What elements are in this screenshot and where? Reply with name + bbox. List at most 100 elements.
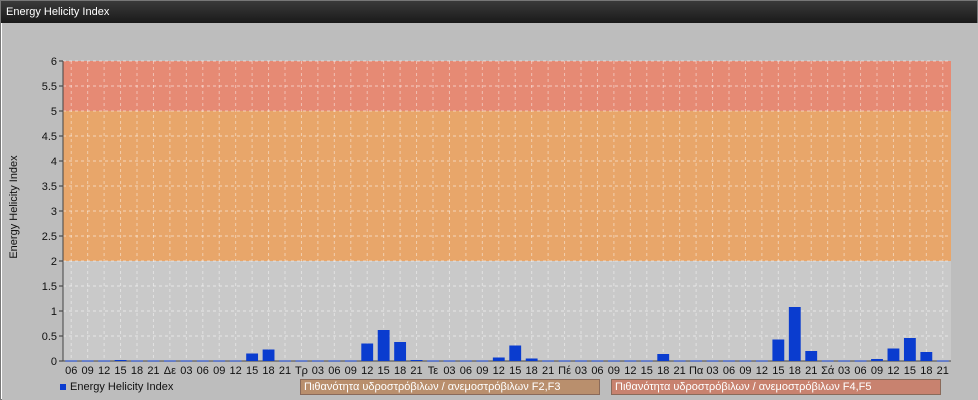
bar	[427, 360, 439, 362]
x-tick-label: 03	[838, 365, 850, 377]
y-tick-label: 3	[51, 206, 57, 218]
bar	[213, 360, 226, 362]
bar	[147, 360, 160, 362]
x-tick-label: 03	[575, 365, 587, 377]
bar	[328, 360, 341, 362]
x-tick-label: 03	[180, 365, 192, 377]
bar	[180, 360, 193, 362]
y-tick-label: 2	[51, 256, 57, 268]
bar	[755, 360, 768, 362]
x-tick-label: 12	[756, 365, 768, 377]
y-tick-label: 0.5	[42, 331, 57, 343]
x-tick-label: 06	[723, 365, 735, 377]
bar	[723, 360, 735, 362]
legend-series-label: Energy Helicity Index	[70, 381, 174, 393]
x-tick-label: 09	[345, 365, 357, 377]
bar	[838, 360, 851, 362]
bar	[887, 348, 900, 361]
x-tick-label: 03	[312, 365, 324, 377]
bar	[361, 343, 374, 361]
bar	[690, 360, 703, 362]
bar	[279, 360, 291, 362]
bar	[739, 360, 752, 362]
bar	[607, 360, 620, 362]
bar	[788, 307, 801, 361]
x-tick-label: 06	[328, 365, 340, 377]
x-tick-label: 06	[65, 365, 77, 377]
x-tick-label: 21	[147, 365, 159, 377]
y-tick-label: 4.5	[42, 131, 57, 143]
x-tick-label: 15	[641, 365, 653, 377]
y-tick-label: 1.5	[42, 281, 57, 293]
x-tick-label: 09	[213, 365, 225, 377]
bar	[114, 360, 127, 361]
bar	[542, 360, 555, 362]
x-tick-label: 18	[657, 365, 669, 377]
x-tick-label: 09	[476, 365, 488, 377]
x-tick-label: 15	[904, 365, 916, 377]
bar	[920, 352, 933, 361]
bar	[706, 360, 719, 362]
bar	[394, 342, 407, 361]
bar	[525, 358, 538, 361]
bar	[657, 354, 670, 361]
bar	[772, 339, 785, 361]
x-tick-label: 09	[871, 365, 883, 377]
chart-window: Energy Helicity Index 0 0.5 1 1.5 2 2.5 3 3.5 4 4…	[0, 0, 978, 400]
bar	[377, 330, 390, 361]
bar	[410, 360, 423, 361]
bar	[624, 360, 637, 362]
x-tick-label: 09	[608, 365, 620, 377]
x-tick-label: 12	[361, 365, 373, 377]
x-tick-label: 09	[739, 365, 751, 377]
x-tick-label: 06	[197, 365, 209, 377]
x-tick-label: 21	[805, 365, 817, 377]
x-tick-label: 15	[772, 365, 784, 377]
x-tick-label: 21	[937, 365, 949, 377]
x-tick-label: Τρ	[295, 365, 308, 377]
x-tick-label: 18	[262, 365, 274, 377]
y-axis-label: Energy Helicity Index	[8, 155, 20, 259]
legend-band-f2f3: Πιθανότητα υδροστρόβιλων / ανεμοστρόβιλω…	[300, 379, 600, 395]
bar	[821, 360, 834, 362]
y-tick-label: 2.5	[42, 231, 57, 243]
bar	[262, 349, 275, 361]
bar	[871, 359, 883, 361]
bar	[459, 360, 472, 362]
window-title: Energy Helicity Index	[1, 1, 977, 23]
y-tick-label: 3.5	[42, 181, 57, 193]
bar	[311, 360, 324, 362]
x-tick-label: 12	[887, 365, 899, 377]
x-tick-label: 15	[246, 365, 258, 377]
bar	[640, 360, 653, 362]
y-tick-label: 6	[51, 56, 57, 68]
x-tick-label: 12	[493, 365, 505, 377]
legend-series-swatch	[60, 384, 66, 391]
bar	[246, 353, 259, 361]
bar	[98, 360, 111, 362]
x-tick-label: 03	[443, 365, 455, 377]
x-tick-label: 06	[854, 365, 866, 377]
bar	[163, 360, 176, 362]
x-tick-label: 15	[509, 365, 521, 377]
bar	[295, 360, 308, 362]
y-tick-label: 5	[51, 106, 57, 118]
bar	[558, 360, 571, 362]
bar	[492, 357, 505, 361]
bar	[854, 360, 867, 362]
bar	[229, 360, 242, 362]
bar	[131, 360, 143, 362]
legend-band-f4f5: Πιθανότητα υδροστρόβιλων / ανεμοστρόβιλω…	[611, 379, 941, 395]
bar	[936, 360, 949, 362]
bar	[903, 338, 916, 361]
x-tick-label: Σά	[821, 365, 835, 377]
legend-series: Energy Helicity Index	[60, 381, 173, 393]
x-tick-label: 18	[394, 365, 406, 377]
bar	[65, 360, 78, 362]
chart-svg: 0 0.5 1 1.5 2 2.5 3 3.5 4 4.5 5 5.5 6 06 09 12 15 18 21 Δε 0…	[8, 56, 951, 377]
bar	[591, 360, 604, 362]
x-tick-label: 12	[98, 365, 110, 377]
x-tick-label: 15	[378, 365, 390, 377]
x-tick-label: Τε	[428, 365, 439, 377]
x-tick-label: 18	[789, 365, 801, 377]
